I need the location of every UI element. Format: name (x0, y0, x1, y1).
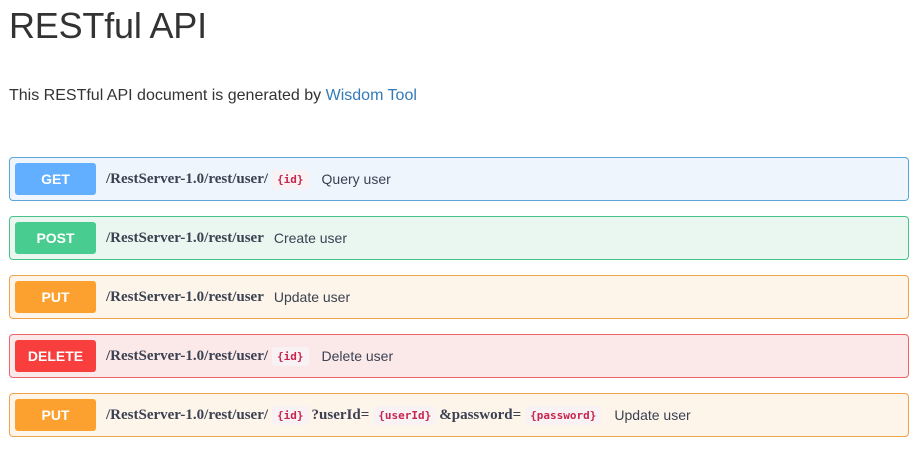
path-param-id: {id} (272, 405, 309, 425)
query-password-prefix: &password= (439, 406, 522, 423)
intro-prefix: This RESTful API document is generated b… (9, 87, 326, 104)
operation-path: /RestServer-1.0/rest/user (106, 230, 264, 247)
operation-put-user[interactable]: PUT /RestServer-1.0/rest/user Update use… (9, 275, 909, 319)
path-text: /RestServer-1.0/rest/user/ (106, 406, 269, 423)
operation-path: /RestServer-1.0/rest/user/ {id} (106, 169, 312, 189)
path-param-id: {id} (272, 346, 309, 366)
query-param-userid: {userId} (373, 405, 437, 425)
api-doc-page: RESTful API This RESTful API document is… (0, 0, 917, 449)
method-badge-delete: DELETE (15, 340, 96, 372)
operation-delete-user[interactable]: DELETE /RestServer-1.0/rest/user/ {id} D… (9, 334, 909, 378)
method-badge-get: GET (15, 163, 96, 195)
path-text: /RestServer-1.0/rest/user/ (106, 170, 269, 187)
query-userid-prefix: ?userId= (311, 406, 370, 423)
operation-summary: Query user (321, 171, 391, 187)
intro-text: This RESTful API document is generated b… (9, 87, 417, 105)
wisdom-tool-link[interactable]: Wisdom Tool (326, 87, 417, 104)
method-badge-post: POST (15, 222, 96, 254)
path-param-id: {id} (272, 169, 309, 189)
method-badge-put: PUT (15, 399, 96, 431)
operation-put-user-query[interactable]: PUT /RestServer-1.0/rest/user/ {id} ?use… (9, 393, 909, 437)
operation-path: /RestServer-1.0/rest/user/ {id} ?userId=… (106, 405, 604, 425)
query-param-password: {password} (525, 405, 602, 425)
page-title: RESTful API (9, 5, 207, 46)
operation-summary: Create user (273, 230, 348, 246)
operation-post-user[interactable]: POST /RestServer-1.0/rest/user Create us… (9, 216, 909, 260)
path-text: /RestServer-1.0/rest/user (106, 229, 264, 246)
operation-summary: Delete user (321, 348, 394, 364)
operation-summary: Update user (614, 407, 691, 423)
path-text: /RestServer-1.0/rest/user (106, 288, 264, 305)
operation-path: /RestServer-1.0/rest/user/ {id} (106, 346, 312, 366)
path-text: /RestServer-1.0/rest/user/ (106, 347, 269, 364)
method-badge-put: PUT (15, 281, 96, 313)
operation-summary: Update user (273, 289, 351, 305)
operation-get-user[interactable]: GET /RestServer-1.0/rest/user/ {id} Quer… (9, 157, 909, 201)
operation-path: /RestServer-1.0/rest/user (106, 289, 264, 306)
